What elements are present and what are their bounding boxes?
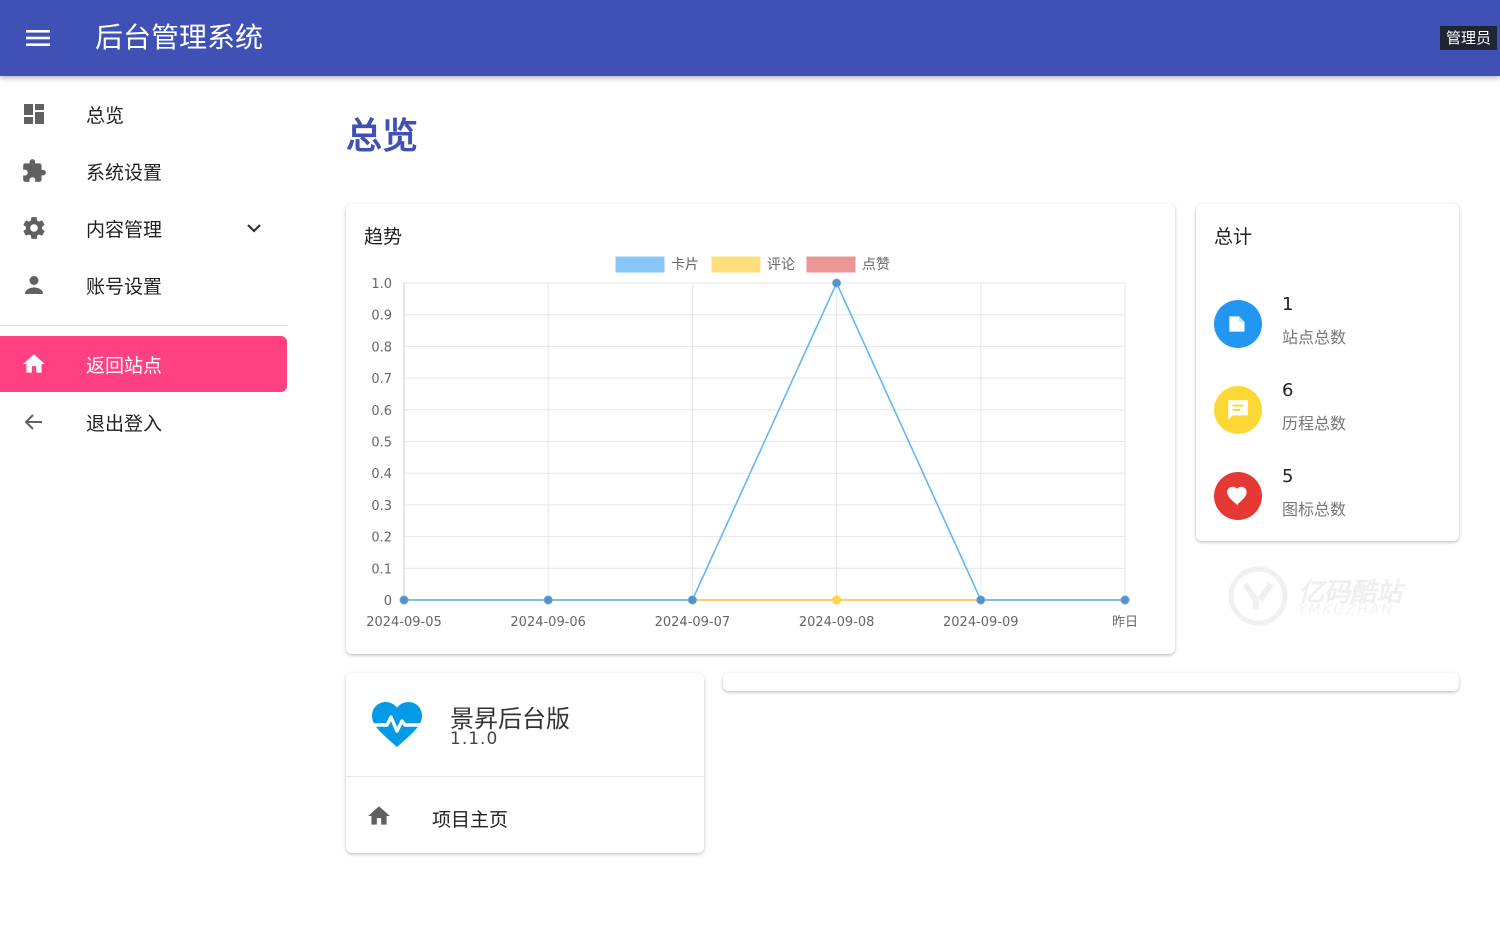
x-tick-label: 2024-09-05	[366, 615, 442, 630]
project-homepage-label: 项目主页	[432, 809, 509, 831]
stat-label: 历程总数	[1282, 414, 1347, 433]
x-tick-label: 昨日	[1112, 615, 1138, 630]
sidebar-item-content-management[interactable]: 内容管理	[0, 200, 287, 256]
menu-icon[interactable]	[20, 22, 56, 54]
x-tick-label: 2024-09-08	[799, 615, 875, 630]
watermark-logo-icon	[1228, 566, 1288, 626]
sidebar-item-label: 总览	[86, 104, 125, 127]
data-point	[832, 595, 842, 605]
watermark-subtext: YMKUZHAN	[1298, 602, 1394, 618]
data-point-marker	[977, 596, 985, 604]
y-tick-label: 0.6	[371, 404, 392, 419]
sidebar-item-label: 系统设置	[86, 161, 163, 184]
sidebar-item-label: 退出登入	[86, 412, 163, 435]
totals-card: 总计 1 站点总数 6 历程总数 5 图标总数	[1196, 204, 1459, 541]
sidebar-item-system-settings[interactable]: 系统设置	[0, 143, 287, 199]
legend-label: 点赞	[862, 257, 890, 273]
about-card: 景昇后台版 1.1.0 项目主页	[346, 673, 704, 853]
y-tick-label: 1.0	[371, 277, 392, 292]
y-tick-label: 0.3	[371, 499, 392, 514]
empty-card	[723, 673, 1459, 691]
stat-value: 5	[1282, 466, 1294, 487]
watermark: 亿码酷站 YMKUZHAN	[1228, 566, 1428, 626]
app-bar: 后台管理系统 管理员	[0, 0, 1500, 76]
gear-icon	[20, 214, 48, 242]
heart-icon	[1214, 472, 1262, 520]
y-tick-label: 0.1	[371, 562, 392, 577]
stat-value: 1	[1282, 294, 1294, 315]
person-icon	[20, 271, 48, 299]
trend-card: 趋势 0 0.1 0.2 0.3 0.4 0.5 0.6 0.7 0.8 0.9 1.0 2024-0…	[346, 204, 1175, 654]
home-icon	[366, 803, 392, 829]
y-tick-label: 0	[384, 594, 392, 609]
legend-swatch	[806, 256, 856, 273]
puzzle-icon	[20, 157, 48, 185]
project-homepage-link[interactable]: 项目主页	[346, 777, 704, 853]
chevron-down-icon[interactable]	[242, 216, 266, 240]
sidebar-item-logout[interactable]: 退出登入	[0, 394, 287, 450]
y-tick-label: 0.4	[371, 467, 392, 482]
legend-label: 评论	[767, 257, 795, 273]
trend-chart: 0 0.1 0.2 0.3 0.4 0.5 0.6 0.7 0.8 0.9 1.0 2024-09-0…	[366, 256, 1138, 630]
user-menu-button[interactable]: 管理员	[1439, 26, 1497, 50]
arrow-left-icon	[20, 408, 48, 436]
data-point-marker	[544, 596, 552, 604]
stat-label: 图标总数	[1282, 500, 1347, 519]
stat-sites: 1 站点总数	[1214, 294, 1454, 354]
sidebar-divider	[0, 325, 287, 326]
sidebar: 总览 系统设置 内容管理 账号设置 返回站点 退出登入	[0, 76, 290, 940]
legend-label: 卡片	[671, 257, 699, 273]
y-tick-label: 0.8	[371, 340, 392, 355]
data-point-marker	[1121, 596, 1129, 604]
message-icon	[1214, 386, 1262, 434]
x-tick-label: 2024-09-07	[655, 615, 731, 630]
stat-value: 6	[1282, 380, 1294, 401]
stat-history: 6 历程总数	[1214, 380, 1454, 440]
sidebar-item-back-to-site[interactable]: 返回站点	[0, 336, 287, 392]
legend-swatch	[711, 256, 761, 273]
data-point-marker	[832, 279, 841, 287]
heartbeat-logo-icon	[370, 701, 424, 749]
sidebar-item-label: 返回站点	[86, 354, 163, 377]
stat-label: 站点总数	[1282, 328, 1347, 347]
x-tick-label: 2024-09-09	[943, 615, 1019, 630]
home-icon	[20, 350, 48, 378]
sidebar-item-overview[interactable]: 总览	[0, 86, 287, 142]
y-tick-label: 0.9	[371, 309, 392, 324]
folder-icon	[1214, 300, 1262, 348]
legend-swatch	[615, 256, 665, 273]
y-tick-label: 0.2	[371, 531, 392, 546]
sidebar-item-account-settings[interactable]: 账号设置	[0, 257, 287, 313]
app-title: 后台管理系统	[95, 21, 264, 54]
sidebar-item-label: 内容管理	[86, 218, 163, 241]
data-point-marker	[400, 596, 408, 604]
page-title: 总览	[346, 116, 419, 157]
x-tick-label: 2024-09-06	[510, 615, 586, 630]
product-version: 1.1.0	[450, 729, 499, 749]
dashboard-icon	[20, 100, 48, 128]
stat-icons: 5 图标总数	[1214, 466, 1454, 526]
y-tick-label: 0.7	[371, 372, 392, 387]
totals-card-title: 总计	[1214, 226, 1253, 248]
y-tick-label: 0.5	[371, 436, 392, 451]
sidebar-item-label: 账号设置	[86, 275, 163, 298]
data-point-marker	[688, 596, 697, 604]
